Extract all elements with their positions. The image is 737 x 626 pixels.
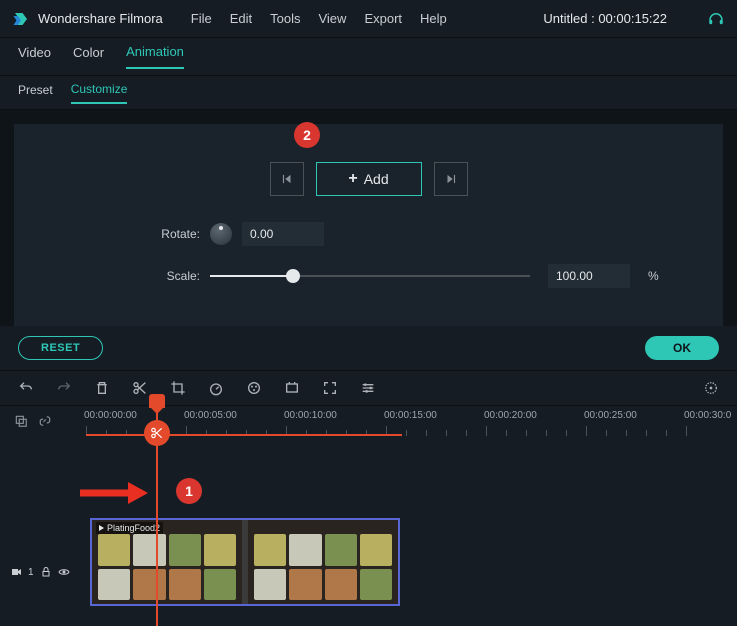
rotate-row: Rotate: 0.00 <box>44 222 693 246</box>
render-icon[interactable] <box>703 380 719 396</box>
split-icon[interactable] <box>132 380 148 396</box>
speed-icon[interactable] <box>208 380 224 396</box>
animation-sub-tabs: Preset Customize <box>0 76 737 110</box>
playhead[interactable] <box>156 406 158 626</box>
marker-icon[interactable] <box>14 414 28 428</box>
lock-icon[interactable] <box>40 566 52 578</box>
rotate-label: Rotate: <box>154 227 200 241</box>
menu-file[interactable]: File <box>191 11 212 26</box>
playhead-split-icon[interactable] <box>144 420 170 446</box>
title-bar: Wondershare Filmora File Edit Tools View… <box>0 0 737 38</box>
app-name: Wondershare Filmora <box>38 11 163 26</box>
menu-view[interactable]: View <box>318 11 346 26</box>
subtab-customize[interactable]: Customize <box>71 82 128 104</box>
eye-icon[interactable] <box>58 566 70 578</box>
timeline-ruler[interactable]: 00:00:00:00 00:00:05:00 00:00:10:00 00:0… <box>86 406 737 436</box>
properties-button-bar: RESET OK <box>0 326 737 370</box>
ruler-label: 00:00:15:00 <box>384 410 437 421</box>
tab-color[interactable]: Color <box>73 45 104 68</box>
redo-icon[interactable] <box>56 380 72 396</box>
menu-tools[interactable]: Tools <box>270 11 300 26</box>
color-icon[interactable] <box>246 380 262 396</box>
scale-unit: % <box>648 269 659 283</box>
greenscreen-icon[interactable] <box>284 380 300 396</box>
rotate-knob[interactable] <box>210 223 232 245</box>
rotate-value-input[interactable]: 0.00 <box>242 222 324 246</box>
callout-1: 1 <box>176 478 202 504</box>
track-index: 1 <box>28 567 34 578</box>
scale-value-input[interactable]: 100.00 <box>548 264 630 288</box>
menu-help[interactable]: Help <box>420 11 447 26</box>
next-keyframe-button[interactable] <box>434 162 468 196</box>
prev-keyframe-button[interactable] <box>270 162 304 196</box>
add-keyframe-button[interactable]: + Add <box>316 162 422 196</box>
tab-animation[interactable]: Animation <box>126 44 184 69</box>
ruler-label: 00:00:25:00 <box>584 410 637 421</box>
timeline-toolbar <box>0 370 737 406</box>
properties-main-tabs: Video Color Animation <box>0 38 737 76</box>
ruler-label: 00:00:30:0 <box>684 410 731 421</box>
crop-icon[interactable] <box>170 380 186 396</box>
ruler-left-controls <box>0 406 86 436</box>
track-gutter: 1 <box>0 436 86 626</box>
ruler-label: 00:00:05:00 <box>184 410 237 421</box>
playhead-handle[interactable] <box>149 394 165 408</box>
plus-icon: + <box>348 170 357 188</box>
scale-label: Scale: <box>154 269 200 283</box>
delete-icon[interactable] <box>94 380 110 396</box>
ruler-label: 00:00:10:00 <box>284 410 337 421</box>
menu-bar: File Edit Tools View Export Help <box>191 11 447 26</box>
timeline-tracks[interactable]: 1 1 PlatingFood2 <box>0 436 737 626</box>
support-icon[interactable] <box>707 10 725 28</box>
annotation-arrow <box>78 480 148 506</box>
ruler-label: 00:00:00:00 <box>84 410 137 421</box>
video-track-icon <box>10 566 22 578</box>
undo-icon[interactable] <box>18 380 34 396</box>
menu-edit[interactable]: Edit <box>230 11 252 26</box>
reset-button[interactable]: RESET <box>18 336 103 360</box>
add-keyframe-label: Add <box>364 171 389 187</box>
timeline-ruler-row: 00:00:00:00 00:00:05:00 00:00:10:00 00:0… <box>0 406 737 436</box>
ruler-label: 00:00:20:00 <box>484 410 537 421</box>
tab-video[interactable]: Video <box>18 45 51 68</box>
track-header: 1 <box>10 566 70 578</box>
timeline-clip[interactable]: PlatingFood2 <box>90 518 400 606</box>
keyframe-controls: + Add <box>44 162 693 196</box>
callout-2: 2 <box>294 122 320 148</box>
app-logo-icon <box>12 10 30 28</box>
animation-properties-panel: 2 + Add Rotate: 0.00 Scale: 100.00 % <box>14 124 723 326</box>
settings-icon[interactable] <box>360 380 376 396</box>
ok-button[interactable]: OK <box>645 336 719 360</box>
scale-slider[interactable] <box>210 269 530 283</box>
scale-row: Scale: 100.00 % <box>44 264 693 288</box>
fit-icon[interactable] <box>322 380 338 396</box>
menu-export[interactable]: Export <box>364 11 402 26</box>
subtab-preset[interactable]: Preset <box>18 83 53 103</box>
clip-thumbnails <box>92 520 398 604</box>
link-icon[interactable] <box>38 414 52 428</box>
project-title: Untitled : 00:00:15:22 <box>543 11 667 26</box>
